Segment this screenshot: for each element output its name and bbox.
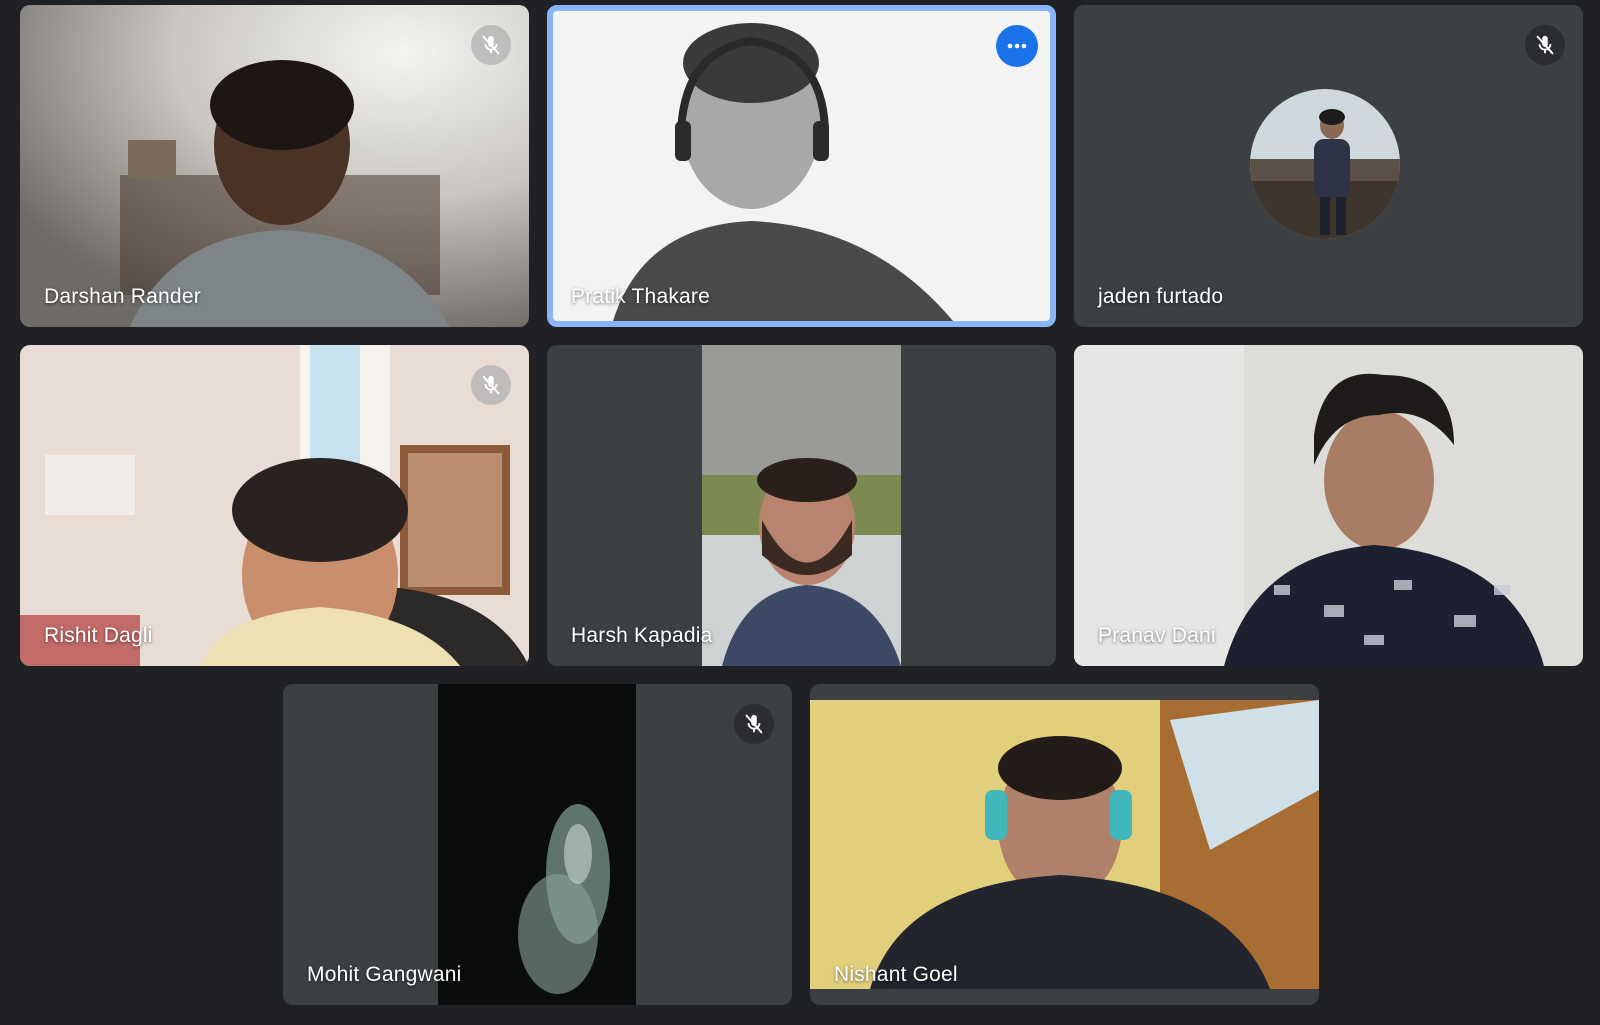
video-feed <box>702 345 901 666</box>
participant-name: Darshan Rander <box>44 285 201 308</box>
participant-name: Harsh Kapadia <box>571 624 713 647</box>
participant-name: Rishit Dagli <box>44 624 153 647</box>
meeting-grid: Darshan Rander Pratik Thakare jaden furt… <box>0 0 1600 1025</box>
participant-tile-pranav-dani[interactable]: Pranav Dani <box>1074 345 1583 666</box>
mic-off-icon <box>734 704 774 744</box>
video-feed <box>20 345 529 666</box>
more-horiz-icon <box>1007 43 1027 49</box>
participant-name: Nishant Goel <box>834 963 958 986</box>
more-options-button[interactable] <box>996 25 1038 67</box>
participant-name: Pratik Thakare <box>571 285 710 308</box>
avatar <box>1250 89 1400 239</box>
mic-off-icon <box>471 365 511 405</box>
video-feed <box>1074 345 1583 666</box>
participant-tile-harsh-kapadia[interactable]: Harsh Kapadia <box>547 345 1056 666</box>
participant-tile-nishant-goel[interactable]: Nishant Goel <box>810 684 1319 1005</box>
participant-tile-pratik-thakare[interactable]: Pratik Thakare <box>547 5 1056 327</box>
participant-name: Pranav Dani <box>1098 624 1216 647</box>
participant-tile-darshan-rander[interactable]: Darshan Rander <box>20 5 529 327</box>
participant-tile-jaden-furtado[interactable]: jaden furtado <box>1074 5 1583 327</box>
mic-off-icon <box>471 25 511 65</box>
participant-tile-mohit-gangwani[interactable]: Mohit Gangwani <box>283 684 792 1005</box>
participant-tile-rishit-dagli[interactable]: Rishit Dagli <box>20 345 529 666</box>
mic-off-icon <box>1525 25 1565 65</box>
video-feed <box>553 11 1050 321</box>
participant-name: jaden furtado <box>1098 285 1224 308</box>
video-feed <box>438 684 636 1005</box>
video-feed <box>20 5 529 327</box>
participant-name: Mohit Gangwani <box>307 963 462 986</box>
video-feed <box>810 700 1319 989</box>
